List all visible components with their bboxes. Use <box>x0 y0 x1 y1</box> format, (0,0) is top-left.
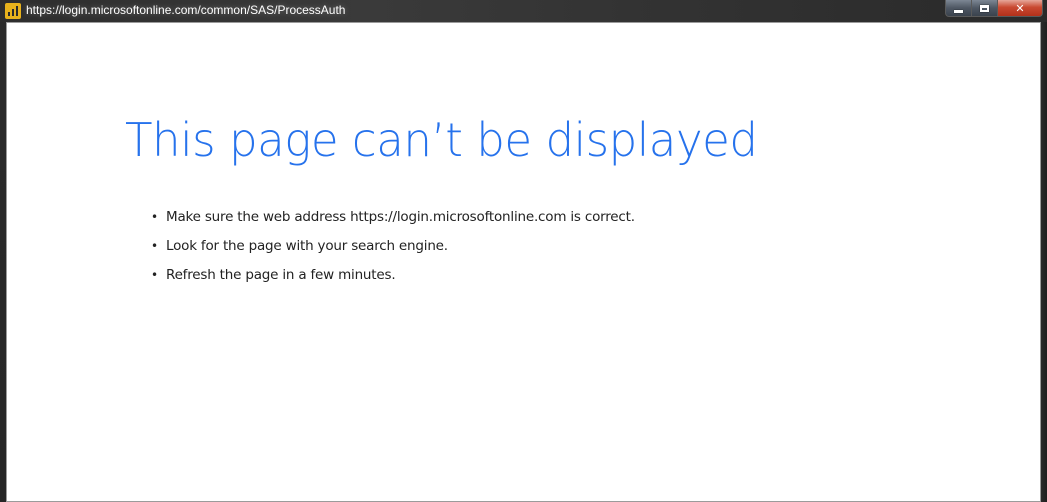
window-title-url: https://login.microsoftonline.com/common… <box>26 3 346 17</box>
maximize-icon <box>980 4 989 12</box>
bullet: • <box>151 268 158 282</box>
suggestion-list: • Make sure the web address https://logi… <box>149 205 635 292</box>
maximize-button[interactable] <box>972 0 998 17</box>
close-button[interactable]: ✕ <box>998 0 1043 17</box>
title-bar[interactable]: https://login.microsoftonline.com/common… <box>0 0 1047 22</box>
suggestion-item: • Refresh the page in a few minutes. <box>149 263 635 292</box>
browser-window: https://login.microsoftonline.com/common… <box>0 0 1047 502</box>
suggestion-item: • Make sure the web address https://logi… <box>149 205 635 234</box>
window-frame-edge <box>1041 22 1047 502</box>
bullet: • <box>151 210 158 224</box>
error-heading: This page can’t be displayed <box>125 113 758 167</box>
bullet: • <box>151 239 158 253</box>
suggestion-item: • Look for the page with your search eng… <box>149 234 635 263</box>
suggestion-text: Refresh the page in a few minutes. <box>166 267 396 283</box>
close-icon: ✕ <box>1015 1 1025 15</box>
power-bi-icon <box>5 3 21 19</box>
browser-content: This page can’t be displayed • Make sure… <box>6 22 1041 502</box>
minimize-icon <box>954 9 963 13</box>
window-controls: ✕ <box>945 0 1043 18</box>
suggestion-text: Make sure the web address https://login.… <box>166 209 635 225</box>
suggestion-text: Look for the page with your search engin… <box>166 238 448 254</box>
minimize-button[interactable] <box>945 0 972 17</box>
